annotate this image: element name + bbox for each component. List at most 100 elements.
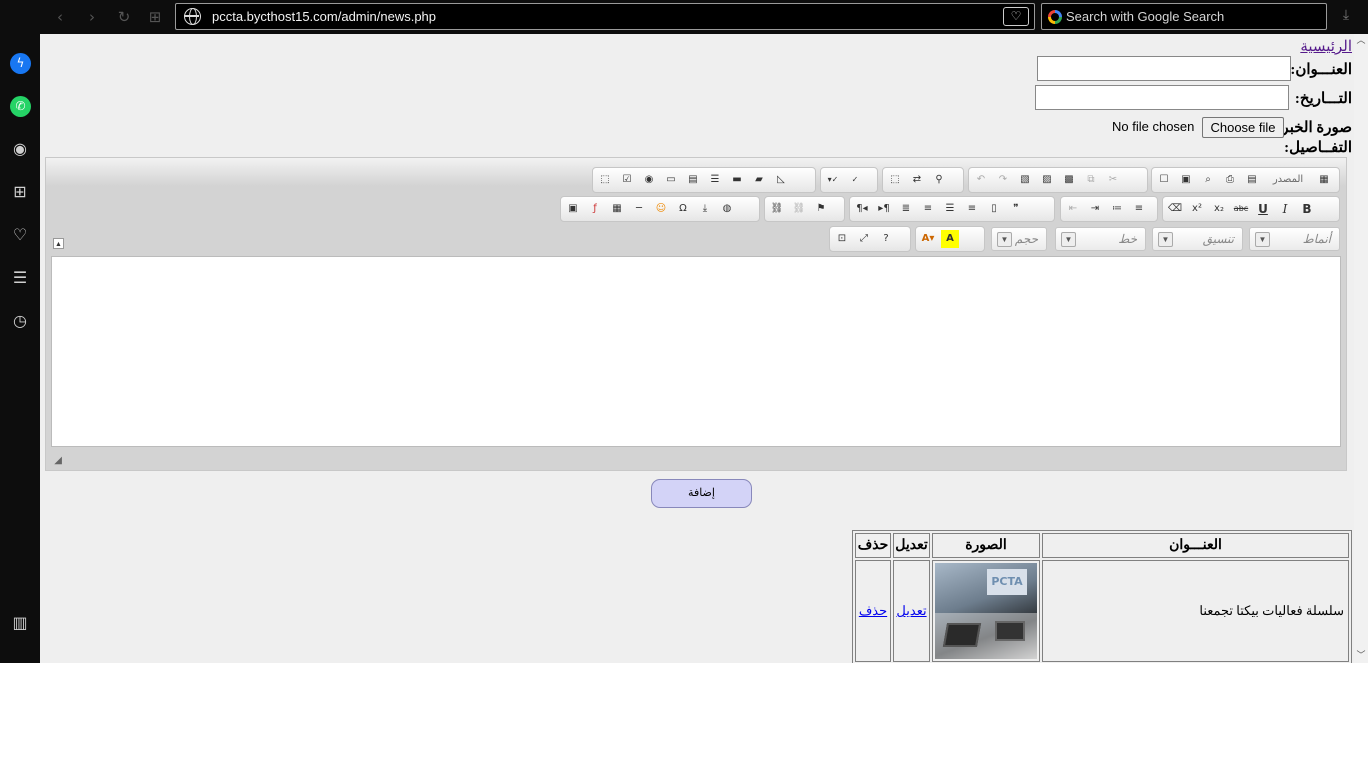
superscript-icon[interactable]: x² [1188,200,1206,218]
table-icon[interactable]: ▦ [608,200,626,218]
remove-format-icon[interactable]: ⌫ [1166,200,1184,218]
copy-icon[interactable]: ⧉ [1082,171,1100,189]
ltr-icon[interactable]: ▸¶ [875,200,893,218]
div-icon[interactable]: ▯ [985,200,1003,218]
styles-combo[interactable]: أنماط ▼ [1249,227,1340,251]
radio-icon[interactable]: ◉ [640,171,658,189]
page-break-icon[interactable]: ⤓ [696,200,714,218]
title-input[interactable] [1037,56,1291,81]
align-center-icon[interactable]: ☰ [941,200,959,218]
select-all-icon[interactable]: ⬚ [886,171,904,189]
indent-icon[interactable]: ⇥ [1086,200,1104,218]
iframe-icon[interactable]: ◍ [718,200,736,218]
bulleted-list-icon[interactable]: ≡ [1130,200,1148,218]
search-bar[interactable]: Search with Google Search [1041,3,1327,30]
source-button[interactable]: المصدر [1265,171,1311,189]
collapse-toolbar-icon[interactable]: ▲ [53,238,64,249]
about-icon[interactable]: ? [877,230,895,248]
row-image-cell: PCTA [932,560,1040,662]
redo-icon[interactable]: ↷ [994,171,1012,189]
bg-color-icon[interactable]: A [941,230,959,248]
underline-icon[interactable]: U [1254,200,1272,218]
checkbox-icon[interactable]: ☑ [618,171,636,189]
spellcheck-icon[interactable]: ✓ [846,171,864,189]
edit-link[interactable]: تعديل [896,603,926,618]
special-char-icon[interactable]: Ω [674,200,692,218]
reload-icon[interactable]: ↻ [114,7,134,27]
news-icon[interactable]: ☰ [8,266,32,290]
link-icon[interactable]: ⛓ [768,200,786,218]
format-combo[interactable]: تنسيق ▼ [1152,227,1243,251]
sidebar-toggle-icon[interactable]: ▥ [8,611,32,635]
size-combo[interactable]: حجم ▼ [991,227,1047,251]
align-right-icon[interactable]: ≡ [919,200,937,218]
maximize-icon[interactable]: ⤢ [855,230,873,248]
hr-icon[interactable]: ─ [630,200,648,218]
address-bar[interactable]: pccta.bycthost15.com/admin/news.php ♡ [175,3,1035,30]
numbered-list-icon[interactable]: ≔ [1108,200,1126,218]
url-text[interactable]: pccta.bycthost15.com/admin/news.php [212,9,436,24]
scroll-down-icon[interactable]: ﹀ [1356,651,1366,661]
strike-icon[interactable]: abc [1232,200,1250,218]
undo-icon[interactable]: ↶ [972,171,990,189]
preview-icon[interactable]: ⌕ [1199,171,1217,189]
vertical-scrollbar[interactable]: ︿ ﹀ [1354,34,1368,663]
image-icon[interactable]: ▣ [564,200,582,218]
camera-icon[interactable]: ◉ [8,137,32,161]
paste-word-icon[interactable]: ▧ [1016,171,1034,189]
select-field-icon[interactable]: ☰ [706,171,724,189]
text-color-icon[interactable]: A▾ [919,230,937,248]
templates-icon[interactable]: ▤ [1243,171,1261,189]
textfield-icon[interactable]: ▭ [662,171,680,189]
textarea-icon[interactable]: ▤ [684,171,702,189]
print-icon[interactable]: ⎙ [1221,171,1239,189]
replace-icon[interactable]: ⇄ [908,171,926,189]
new-page-icon[interactable]: ☐ [1155,171,1173,189]
apps-icon[interactable]: ⊞ [8,180,32,204]
align-left-icon[interactable]: ≡ [963,200,981,218]
blockquote-icon[interactable]: ❞ [1007,200,1025,218]
bookmark-heart-icon[interactable]: ♡ [1003,7,1029,26]
rtl-icon[interactable]: ¶◂ [853,200,871,218]
favorites-icon[interactable]: ♡ [8,223,32,247]
smiley-icon[interactable]: ☺ [652,200,670,218]
back-icon[interactable]: ‹ [50,7,70,27]
search-placeholder[interactable]: Search with Google Search [1066,9,1224,24]
subscript-icon[interactable]: x₂ [1210,200,1228,218]
scroll-up-icon[interactable]: ︿ [1356,36,1366,46]
source-icon[interactable]: ▦ [1315,171,1333,189]
tabs-icon[interactable]: ⊞ [145,7,165,27]
anchor-icon[interactable]: ⚑ [812,200,830,218]
add-button[interactable]: إضافة [651,479,752,508]
paste-text-icon[interactable]: ▨ [1038,171,1056,189]
editor-content-area[interactable] [51,256,1341,447]
find-icon[interactable]: ⚲ [930,171,948,189]
form-icon[interactable]: ⬚ [596,171,614,189]
button-field-icon[interactable]: ▬ [728,171,746,189]
unlink-icon[interactable]: ⛓ [790,200,808,218]
justify-icon[interactable]: ≣ [897,200,915,218]
choose-file-button[interactable]: Choose file [1202,117,1284,138]
cut-icon[interactable]: ✂ [1104,171,1122,189]
download-icon[interactable]: ⤓ [1336,7,1356,27]
bold-icon[interactable]: B [1298,200,1316,218]
hidden-field-icon[interactable]: ◺ [772,171,790,189]
date-input[interactable] [1035,85,1289,110]
history-icon[interactable]: ◷ [8,309,32,333]
whatsapp-icon[interactable]: ✆ [10,96,31,117]
flash-icon[interactable]: ƒ [586,200,604,218]
font-combo[interactable]: خط ▼ [1055,227,1146,251]
spellcheck-dropdown-icon[interactable]: ▾✓ [824,171,842,189]
home-link[interactable]: الرئيسية [1300,37,1352,56]
paste-icon[interactable]: ▩ [1060,171,1078,189]
messenger-icon[interactable]: ϟ [10,53,31,74]
resize-handle-icon[interactable]: ◢ [50,455,62,467]
italic-icon[interactable]: I [1276,200,1294,218]
image-label: صورة الخبر: [1276,120,1352,136]
save-icon[interactable]: ▣ [1177,171,1195,189]
delete-link[interactable]: حذف [859,603,887,618]
image-button-icon[interactable]: ▰ [750,171,768,189]
show-blocks-icon[interactable]: ⊡ [833,230,851,248]
forward-icon[interactable]: › [82,7,102,27]
outdent-icon[interactable]: ⇤ [1064,200,1082,218]
